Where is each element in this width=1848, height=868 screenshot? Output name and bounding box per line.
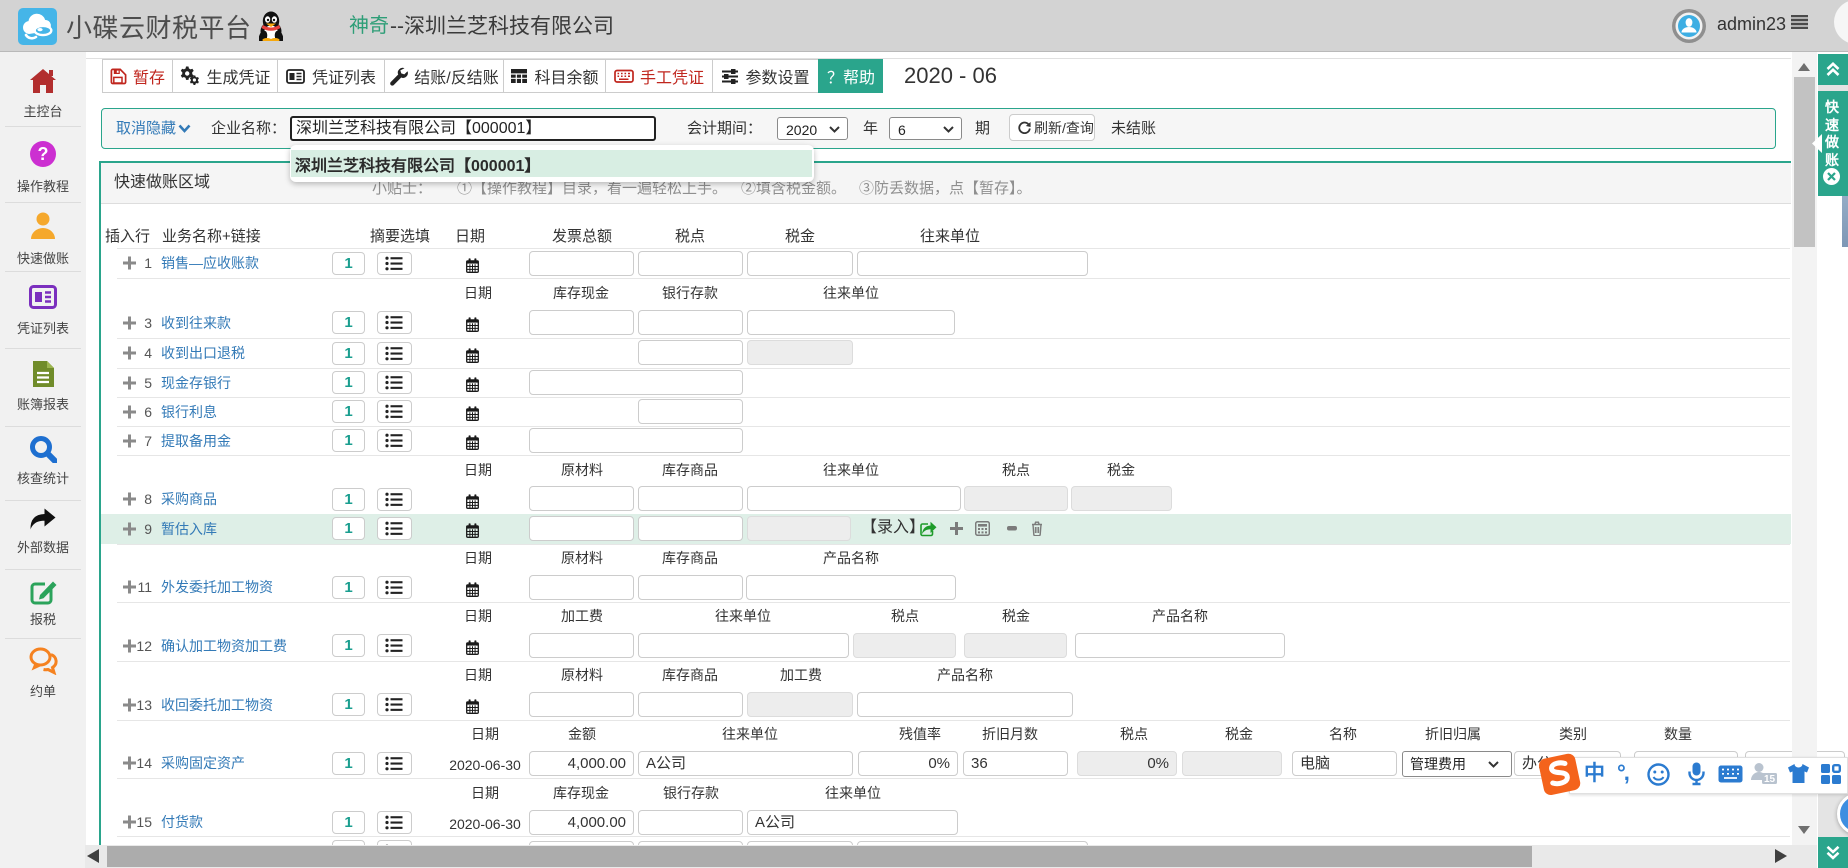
svg-text:15: 15 bbox=[1764, 774, 1776, 785]
svg-text:?: ? bbox=[38, 144, 49, 164]
